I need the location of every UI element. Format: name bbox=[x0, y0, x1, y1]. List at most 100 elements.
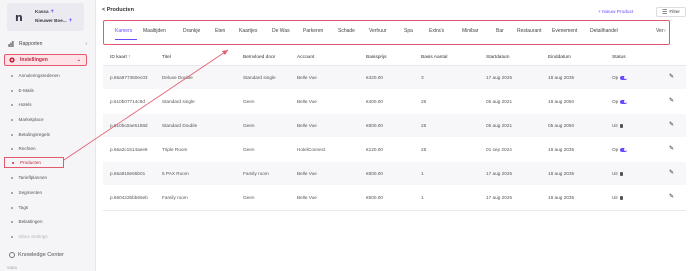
tab-parkeren[interactable]: Parkeren bbox=[303, 28, 323, 34]
sidebar-subitem[interactable]: E-Mails bbox=[11, 88, 34, 93]
table-row[interactable] bbox=[103, 162, 686, 185]
sidebar-subitem-label: Hotels bbox=[18, 102, 32, 107]
status-toggle[interactable]: Uit bbox=[612, 195, 623, 200]
edit-icon[interactable]: ✎ bbox=[669, 97, 674, 104]
edit-icon[interactable]: ✎ bbox=[669, 73, 674, 80]
brand-kassa[interactable]: Kassa + bbox=[35, 9, 54, 15]
sidebar-item-rapporten[interactable]: Rapporten › bbox=[0, 38, 96, 49]
sidebar-subitem-label: Belastingen bbox=[18, 219, 43, 224]
chevron-right-icon[interactable]: › bbox=[664, 28, 666, 34]
category-tabs: › Kamers Maaltijden Drankje Eten Kaartjes De … bbox=[103, 20, 670, 45]
sidebar-item-label: Rapporten bbox=[19, 40, 43, 47]
sidebar-subitem-label: E-Mails bbox=[18, 88, 34, 93]
status-toggle[interactable]: Op bbox=[612, 75, 628, 80]
status-toggle[interactable]: Uit bbox=[612, 123, 623, 128]
column-header: Einddatum bbox=[548, 55, 571, 60]
cell-title: Standard single bbox=[162, 99, 195, 104]
sidebar-item-label: Instellingen bbox=[20, 57, 48, 63]
table-bottom-divider bbox=[103, 210, 686, 211]
tab-extra-s[interactable]: Extra's bbox=[429, 28, 444, 34]
tab-minibar[interactable]: Minibar bbox=[462, 28, 478, 34]
tab-bar[interactable]: Bar bbox=[496, 28, 504, 34]
cell-affected: Standard single bbox=[243, 75, 276, 80]
sidebar-subitem[interactable]: Belastingen bbox=[11, 219, 43, 224]
sidebar-subitem[interactable]: Hotels bbox=[11, 102, 32, 107]
table-row[interactable] bbox=[103, 138, 686, 161]
edit-icon[interactable]: ✎ bbox=[669, 145, 674, 152]
sidebar-subitem[interactable]: Inbox Settings bbox=[11, 234, 48, 239]
cell-price: €500.00 bbox=[366, 171, 383, 176]
tab-spa[interactable]: Spa bbox=[404, 28, 413, 34]
bullet-icon bbox=[11, 90, 13, 92]
sidebar-subitem[interactable]: Rechten bbox=[11, 146, 36, 151]
cell-account: Belle Vue bbox=[297, 99, 317, 104]
cell-id: p.66a2c1514aee9 bbox=[110, 147, 148, 152]
column-header: Basis Aantal bbox=[421, 55, 448, 60]
sidebar-subitem[interactable]: Tarieflplannen bbox=[11, 175, 47, 180]
tab-ver[interactable]: Ver bbox=[656, 28, 664, 34]
table-row[interactable] bbox=[103, 186, 686, 209]
tab-detailhandel[interactable]: Detailhandel bbox=[590, 28, 618, 34]
edit-icon[interactable]: ✎ bbox=[669, 169, 674, 176]
bullet-icon bbox=[11, 177, 13, 179]
brand-company[interactable]: Nieuwer Boe... + bbox=[35, 18, 72, 24]
bullet-icon bbox=[12, 161, 14, 164]
sidebar-subitem[interactable]: Segmenten bbox=[11, 190, 42, 195]
status-toggle[interactable]: Uit bbox=[612, 171, 623, 176]
sidebar-subitem-label: Segmenten bbox=[18, 190, 43, 195]
column-header: Titel bbox=[162, 55, 171, 60]
tab-evenement[interactable]: Evenement bbox=[552, 28, 577, 34]
cell-title: Triple Room bbox=[162, 147, 188, 152]
cell-account: Belle Vue bbox=[297, 195, 317, 200]
knowledge-center-link[interactable]: Knowledge Center bbox=[9, 252, 64, 258]
cell-end: 18 aug 2035 bbox=[548, 147, 575, 152]
edit-icon[interactable]: ✎ bbox=[669, 193, 674, 200]
cell-end: 05 aug 2050 bbox=[548, 123, 575, 128]
tab-drankje[interactable]: Drankje bbox=[183, 28, 200, 34]
column-header: Status bbox=[612, 55, 626, 60]
brand-company-label: Nieuwer Boe... bbox=[35, 18, 67, 23]
tab-de-was[interactable]: De Was bbox=[272, 28, 290, 34]
toggle-on-icon bbox=[620, 99, 628, 104]
cell-account: Belle Vue bbox=[297, 123, 317, 128]
edit-icon[interactable]: ✎ bbox=[669, 121, 674, 128]
bullet-icon bbox=[11, 75, 13, 77]
bullet-icon bbox=[11, 104, 13, 106]
column-header[interactable]: ID kaart ↑ bbox=[110, 55, 131, 60]
cell-qty: 3 bbox=[421, 75, 424, 80]
sidebar-subitem[interactable]: Marketplace bbox=[11, 117, 44, 122]
sidebar-item-instellingen[interactable]: Instellingen ⌄ bbox=[4, 54, 87, 66]
new-product-button[interactable]: + Nieuw Product bbox=[598, 10, 633, 15]
sidebar-subitem-label: Annuleringsredenen bbox=[18, 73, 60, 78]
main-content: < Producten + Nieuw Product ☰ Filter › K… bbox=[96, 0, 688, 271]
status-toggle[interactable]: Op bbox=[612, 147, 628, 152]
tab-verhuur[interactable]: Verhuur bbox=[369, 28, 387, 34]
status-toggle[interactable]: Op bbox=[612, 99, 628, 104]
cell-start: 17 aug 2025 bbox=[486, 75, 513, 80]
sidebar-subitem-label: Rechten bbox=[18, 146, 36, 151]
tab-restaurant[interactable]: Restaurant bbox=[517, 28, 541, 34]
tab-kamers[interactable]: Kamers bbox=[115, 28, 132, 34]
sidebar-subitem[interactable]: Tags bbox=[11, 205, 28, 210]
filter-button[interactable]: ☰ Filter bbox=[656, 7, 686, 17]
tab-eten[interactable]: Eten bbox=[215, 28, 225, 34]
back-link[interactable]: < Producten bbox=[102, 7, 134, 13]
sidebar-subitem[interactable]: Annuleringsredenen bbox=[11, 73, 60, 78]
column-header: Beïnvloed door bbox=[243, 55, 276, 60]
bullet-icon bbox=[11, 207, 13, 209]
gear-icon bbox=[9, 57, 15, 63]
sidebar-subitem-label: Producten bbox=[20, 160, 41, 165]
sidebar-subitem-label: Tarieflplannen bbox=[18, 175, 48, 180]
sidebar-subitem[interactable]: Betalingsregels bbox=[11, 132, 50, 137]
sidebar: n Kassa + Nieuwer Boe... + Rapporten › Ins… bbox=[0, 0, 96, 271]
brand-card[interactable]: n Kassa + Nieuwer Boe... + bbox=[7, 3, 84, 31]
cell-start: 17 aug 2025 bbox=[486, 195, 513, 200]
tab-maaltijden[interactable]: Maaltijden bbox=[143, 28, 166, 34]
status-label: Op bbox=[612, 99, 619, 104]
filter-label: Filter bbox=[669, 9, 681, 15]
page-title: < Producten bbox=[102, 7, 134, 13]
tab-kaartjes[interactable]: Kaartjes bbox=[239, 28, 257, 34]
sidebar-subitem[interactable]: Producten bbox=[4, 157, 64, 168]
sidebar-subitem-label: Inbox Settings bbox=[18, 234, 48, 239]
tab-schade[interactable]: Schade bbox=[338, 28, 355, 34]
